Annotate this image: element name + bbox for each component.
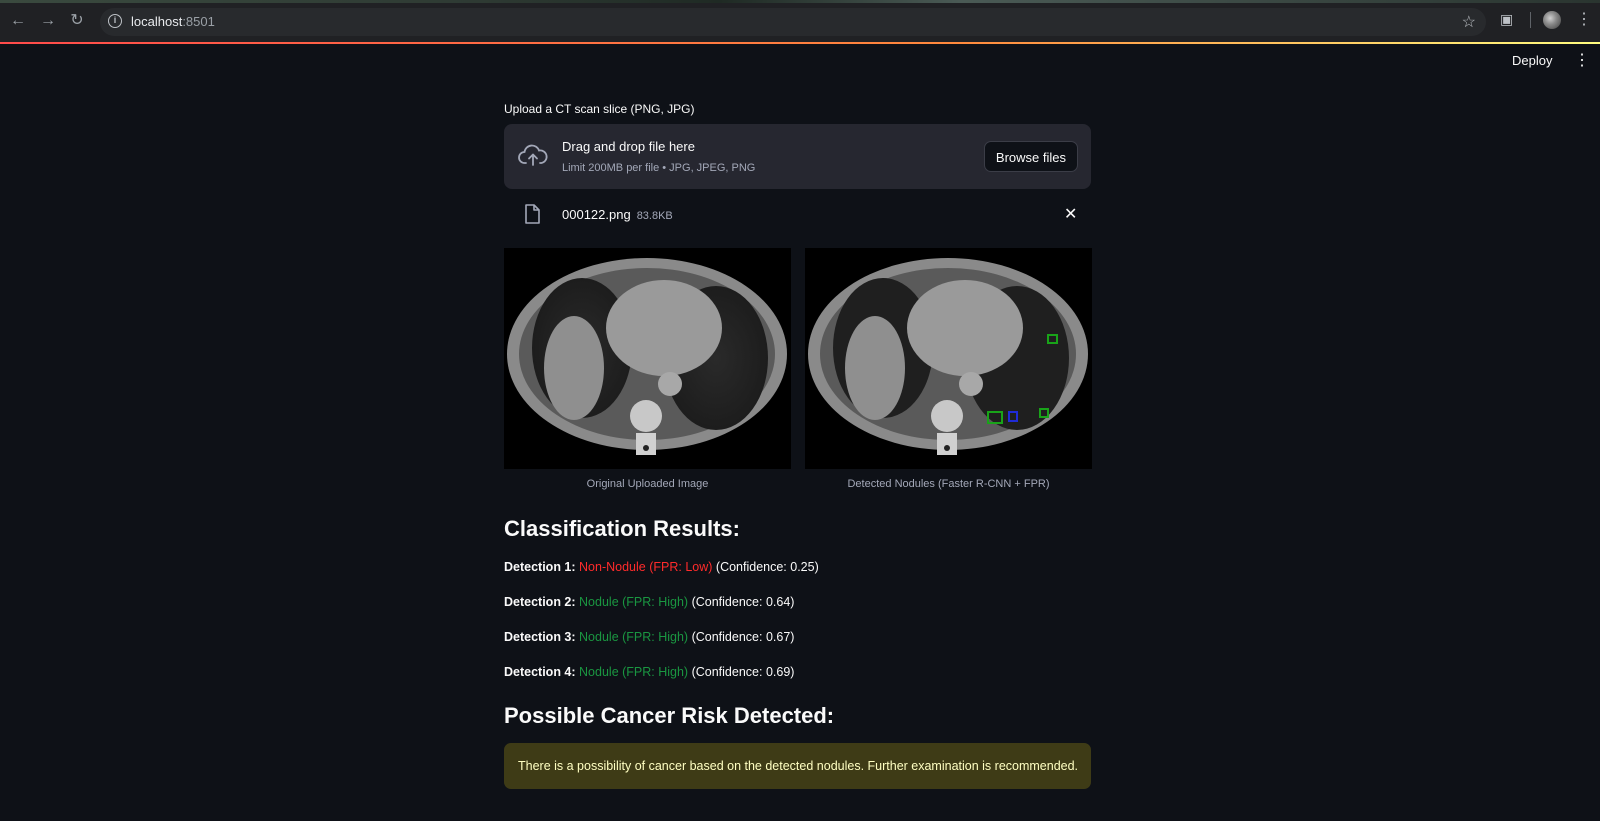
tab-strip <box>0 0 1600 3</box>
uploader-label: Upload a CT scan slice (PNG, JPG) <box>504 102 695 116</box>
detection-result-4: Detection 4: Nodule (FPR: High) (Confide… <box>504 665 795 679</box>
back-icon[interactable]: ← <box>6 9 30 33</box>
bookmark-star-icon[interactable]: ☆ <box>1462 12 1476 32</box>
uploaded-file-name: 000122.png 83.8KB <box>562 207 673 222</box>
cloud-upload-icon <box>518 144 548 166</box>
detection-result-1: Detection 1: Non-Nodule (FPR: Low) (Conf… <box>504 560 819 574</box>
deploy-button[interactable]: Deploy <box>1512 53 1552 71</box>
browser-menu-icon[interactable]: ⋮ <box>1576 9 1592 29</box>
file-dropzone[interactable]: Drag and drop file here Limit 200MB per … <box>504 124 1091 189</box>
risk-warning-box: There is a possibility of cancer based o… <box>504 743 1091 789</box>
file-icon <box>525 204 540 224</box>
detection-result-2: Detection 2: Nodule (FPR: High) (Confide… <box>504 595 795 609</box>
uploaded-file-row: 000122.png 83.8KB ✕ <box>504 202 1091 232</box>
forward-icon[interactable]: → <box>36 9 60 33</box>
browser-toolbar: ← → ↻ i localhost:8501 ☆ ▣ ⋮ <box>0 0 1600 42</box>
original-ct-image <box>504 248 791 469</box>
detected-nodules-image <box>805 248 1092 469</box>
toolbar-divider <box>1530 12 1531 28</box>
detection-result-3: Detection 3: Nodule (FPR: High) (Confide… <box>504 630 795 644</box>
reload-icon[interactable]: ↻ <box>65 9 89 33</box>
browse-files-button[interactable]: Browse files <box>983 141 1078 172</box>
detected-image-caption: Detected Nodules (Faster R-CNN + FPR) <box>847 478 1050 490</box>
original-image-caption: Original Uploaded Image <box>586 478 709 490</box>
app-decoration-bar <box>0 42 1600 44</box>
dropzone-limit-text: Limit 200MB per file • JPG, JPEG, PNG <box>562 162 756 174</box>
uploaded-file-size: 83.8KB <box>636 210 673 222</box>
remove-file-icon[interactable]: ✕ <box>1064 204 1077 224</box>
url-text: localhost:8501 <box>131 14 215 29</box>
dropzone-title: Drag and drop file here <box>562 139 695 154</box>
risk-warning-text: There is a possibility of cancer based o… <box>518 759 1079 773</box>
extensions-icon[interactable]: ▣ <box>1500 11 1516 27</box>
classification-heading: Classification Results: <box>504 516 740 541</box>
risk-heading: Possible Cancer Risk Detected: <box>504 703 835 728</box>
site-info-icon[interactable]: i <box>108 14 122 28</box>
main-menu-icon[interactable]: ⋮ <box>1574 52 1590 70</box>
address-bar[interactable]: i localhost:8501 ☆ <box>100 8 1486 36</box>
profile-avatar[interactable] <box>1543 11 1561 29</box>
